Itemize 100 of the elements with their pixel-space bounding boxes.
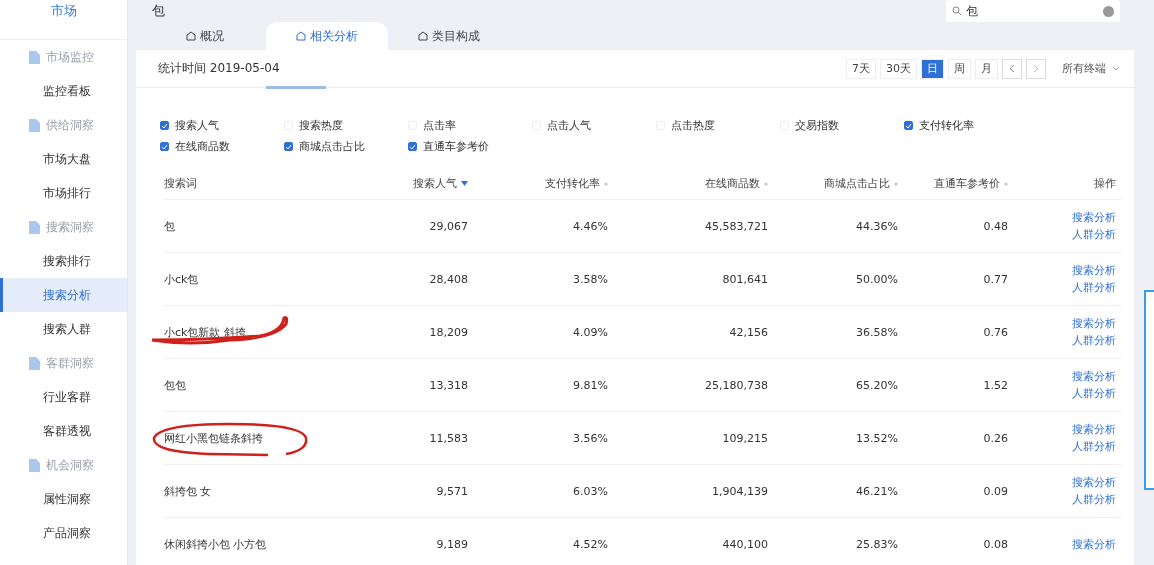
- table-cell: 4.46%: [573, 219, 608, 233]
- table-cell: 0.09: [983, 484, 1008, 498]
- sort-icon[interactable]: [461, 181, 468, 186]
- check-icon: [409, 143, 416, 150]
- action-link[interactable]: 搜索分析: [1072, 316, 1116, 331]
- table-cell: 0.26: [983, 431, 1008, 445]
- sidebar-item[interactable]: 搜索分析: [0, 278, 127, 312]
- sidebar-item[interactable]: 属性洞察: [0, 482, 127, 516]
- table-cell: 0.48: [983, 219, 1008, 233]
- action-link[interactable]: 搜索分析: [1072, 536, 1116, 552]
- action-link[interactable]: 人群分析: [1072, 439, 1116, 454]
- action-link[interactable]: 搜索分析: [1072, 263, 1116, 278]
- checkbox-label[interactable]: 点击率: [423, 118, 456, 133]
- tab[interactable]: 概况: [144, 22, 266, 50]
- action-link[interactable]: 人群分析: [1072, 280, 1116, 295]
- file-icon: [29, 356, 40, 370]
- checkbox[interactable]: [284, 142, 293, 151]
- stats-time: 统计时间 2019-05-04: [158, 60, 280, 77]
- table-cell: 9,571: [436, 484, 468, 498]
- table-cell: 11,583: [429, 431, 468, 445]
- sidebar-item[interactable]: 搜索人群: [0, 312, 127, 346]
- search-field[interactable]: 包: [946, 0, 1120, 22]
- sidebar-item[interactable]: 市场排行: [0, 176, 127, 210]
- table-cell: 3.58%: [573, 272, 608, 286]
- table-cell: 休闲斜挎小包 小方包: [164, 536, 267, 552]
- search-icon: [952, 6, 962, 16]
- sidebar-header: 市场: [0, 0, 127, 40]
- table-cell: 4.09%: [573, 325, 608, 339]
- sidebar-item[interactable]: 产品洞察: [0, 516, 127, 550]
- table-cell: 网红小黑包链条斜挎: [164, 430, 263, 446]
- check-icon: [161, 122, 168, 129]
- table-cell: 斜挎包 女: [164, 483, 212, 499]
- period-button[interactable]: 周: [948, 58, 971, 79]
- checkbox-label[interactable]: 搜索热度: [299, 118, 343, 133]
- next-button[interactable]: [1026, 58, 1046, 79]
- period-button[interactable]: 30天: [880, 58, 917, 79]
- column-header: 在线商品数: [705, 176, 760, 191]
- action-link[interactable]: 人群分析: [1072, 386, 1116, 401]
- table-cell: 65.20%: [856, 378, 898, 392]
- device-select[interactable]: 所有终端: [1062, 61, 1120, 76]
- table-cell: 46.21%: [856, 484, 898, 498]
- check-icon: [285, 143, 292, 150]
- checkbox[interactable]: [160, 121, 169, 130]
- period-button[interactable]: 日: [921, 58, 944, 79]
- sidebar-item[interactable]: 搜索排行: [0, 244, 127, 278]
- table-cell: 42,156: [729, 325, 768, 339]
- tab[interactable]: 类目构成: [388, 22, 510, 50]
- previous-button[interactable]: [1002, 58, 1022, 79]
- file-icon: [29, 50, 40, 64]
- action-link[interactable]: 搜索分析: [1072, 422, 1116, 437]
- table-cell: 0.76: [983, 325, 1008, 339]
- column-header: 搜索人气: [413, 176, 457, 191]
- checkbox-label[interactable]: 在线商品数: [175, 139, 230, 154]
- sidebar-item[interactable]: 客群透视: [0, 414, 127, 448]
- period-button[interactable]: 月: [975, 58, 998, 79]
- action-link[interactable]: 搜索分析: [1072, 210, 1116, 225]
- home-icon: [418, 31, 428, 41]
- table-cell: 28,408: [429, 272, 468, 286]
- action-link[interactable]: 人群分析: [1072, 492, 1116, 507]
- table-cell: 4.52%: [573, 537, 608, 551]
- checkbox[interactable]: [160, 142, 169, 151]
- period-button[interactable]: 7天: [846, 58, 876, 79]
- home-icon: [186, 31, 196, 41]
- checkbox-label[interactable]: 搜索人气: [175, 118, 219, 133]
- sidebar-item[interactable]: 市场大盘: [0, 142, 127, 176]
- table-cell: 1.52: [983, 378, 1008, 392]
- checkbox[interactable]: [408, 142, 417, 151]
- home-icon: [296, 31, 306, 41]
- checkbox-label[interactable]: 直通车参考价: [423, 139, 489, 154]
- sidebar-item[interactable]: 行业客群: [0, 380, 127, 414]
- table-cell: 小ck包: [164, 271, 199, 287]
- table-cell: 36.58%: [856, 325, 898, 339]
- action-link[interactable]: 人群分析: [1072, 333, 1116, 348]
- table-cell: 包包: [164, 377, 186, 393]
- chevron-right-icon: [1033, 64, 1039, 73]
- tab[interactable]: 相关分析: [266, 22, 388, 50]
- table-cell: 25,180,738: [705, 378, 768, 392]
- table-cell: 3.56%: [573, 431, 608, 445]
- checkbox[interactable]: [904, 121, 913, 130]
- table-cell: 包: [164, 218, 175, 234]
- checkbox-label[interactable]: 支付转化率: [919, 118, 974, 133]
- checkbox-label[interactable]: 点击热度: [671, 118, 715, 133]
- table-cell: 9.81%: [573, 378, 608, 392]
- sidebar-item[interactable]: 监控看板: [0, 74, 127, 108]
- table-cell: 109,215: [722, 431, 768, 445]
- table-cell: 6.03%: [573, 484, 608, 498]
- table-cell: 1,904,139: [712, 484, 768, 498]
- action-link[interactable]: 人群分析: [1072, 227, 1116, 242]
- table-cell: 440,100: [722, 537, 768, 551]
- checkbox-label[interactable]: 商城点击占比: [299, 139, 365, 154]
- clear-icon[interactable]: [1103, 5, 1114, 17]
- action-link[interactable]: 搜索分析: [1072, 475, 1116, 490]
- checkbox-label[interactable]: 点击人气: [547, 118, 591, 133]
- table-cell: 0.77: [983, 272, 1008, 286]
- column-header: 搜索词: [164, 176, 197, 191]
- check-icon: [905, 122, 912, 129]
- table-cell: 0.08: [983, 537, 1008, 551]
- checkbox-label[interactable]: 交易指数: [795, 118, 839, 133]
- table-cell: 44.36%: [856, 219, 898, 233]
- action-link[interactable]: 搜索分析: [1072, 369, 1116, 384]
